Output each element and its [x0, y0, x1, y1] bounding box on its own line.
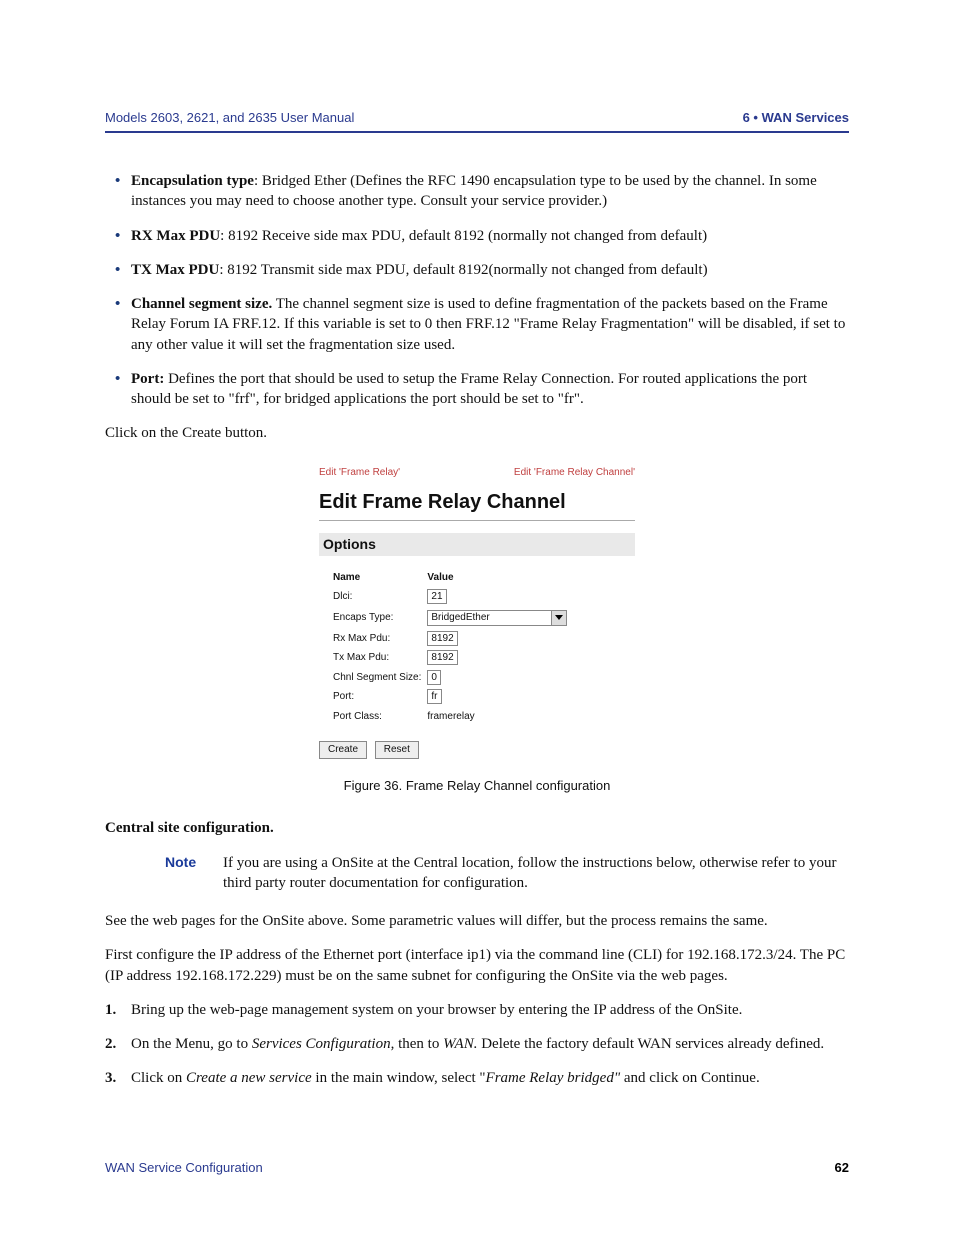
step-2-ital2: WAN. — [443, 1036, 477, 1052]
step-2-post: Delete the factory default WAN services … — [477, 1036, 824, 1052]
step-2-num: 2. — [105, 1034, 116, 1054]
bullet-encaps: Encapsulation type: Bridged Ether (Defin… — [105, 171, 849, 212]
figure-frame-relay: Edit 'Frame Relay' Edit 'Frame Relay Cha… — [319, 466, 635, 759]
step-1-num: 1. — [105, 1000, 116, 1020]
figure-encaps-label: Encaps Type: — [333, 607, 427, 629]
figure-rxmax-input[interactable]: 8192 — [427, 631, 457, 646]
central-heading: Central site configuration. — [105, 818, 849, 838]
bullet-rxmax-label: RX Max PDU — [131, 228, 220, 244]
step-2-pre: On the Menu, go to — [131, 1036, 252, 1052]
bullet-chnl: Channel segment size. The channel segmen… — [105, 294, 849, 355]
step-1-text: Bring up the web-page management system … — [131, 1002, 742, 1018]
step-3-pre: Click on — [131, 1070, 186, 1086]
step-3-num: 3. — [105, 1068, 116, 1088]
step-3-ital1: Create a new service — [186, 1070, 312, 1086]
figure-crumb-left[interactable]: Edit 'Frame Relay' — [319, 466, 400, 480]
figure-txmax-input[interactable]: 8192 — [427, 650, 457, 665]
header-rule — [105, 131, 849, 133]
figure-txmax-label: Tx Max Pdu: — [333, 648, 427, 668]
figure-chnl-label: Chnl Segment Size: — [333, 668, 427, 688]
figure-subtitle: Options — [319, 533, 635, 556]
step-2-ital1: Services Configuration — [252, 1036, 391, 1052]
figure-pclass-value: framerelay — [427, 707, 573, 727]
header-model: Models 2603, 2621, and 2635 User Manual — [105, 110, 354, 125]
figure-encaps-select[interactable]: BridgedEther — [427, 610, 567, 626]
figure-encaps-value: BridgedEther — [431, 612, 489, 623]
header-section: 6 • WAN Services — [743, 110, 849, 125]
step-3: 3. Click on Create a new service in the m… — [105, 1068, 849, 1088]
figure-reset-button[interactable]: Reset — [375, 741, 419, 759]
bullet-encaps-label: Encapsulation type — [131, 173, 254, 189]
bullet-txmax-label: TX Max PDU — [131, 262, 219, 278]
figure-port-label: Port: — [333, 687, 427, 707]
para-see: See the web pages for the OnSite above. … — [105, 911, 849, 931]
note-text: If you are using a OnSite at the Central… — [223, 853, 849, 894]
figure-dlci-label: Dlci: — [333, 587, 427, 607]
footer-page-number: 62 — [835, 1160, 849, 1175]
para-first: First configure the IP address of the Et… — [105, 945, 849, 986]
figure-crumb-right[interactable]: Edit 'Frame Relay Channel' — [514, 466, 635, 480]
step-3-ital2: Frame Relay bridged" — [486, 1070, 621, 1086]
bullet-rxmax: RX Max PDU: 8192 Receive side max PDU, d… — [105, 226, 849, 246]
step-2-mid: , then to — [391, 1036, 444, 1052]
footer-section: WAN Service Configuration — [105, 1160, 263, 1175]
bullet-rxmax-text: : 8192 Receive side max PDU, default 819… — [220, 228, 707, 244]
bullet-txmax: TX Max PDU: 8192 Transmit side max PDU, … — [105, 260, 849, 280]
chevron-down-icon — [555, 615, 563, 620]
figure-col-name: Name — [333, 568, 427, 588]
bullet-port-label: Port: — [131, 371, 164, 387]
step-3-mid: in the main window, select " — [312, 1070, 486, 1086]
step-2: 2. On the Menu, go to Services Configurat… — [105, 1034, 849, 1054]
figure-caption: Figure 36. Frame Relay Channel configura… — [105, 777, 849, 795]
figure-port-input[interactable]: fr — [427, 689, 441, 704]
click-create-para: Click on the Create button. — [105, 423, 849, 443]
figure-create-button[interactable]: Create — [319, 741, 367, 759]
step-1: 1. Bring up the web-page management syste… — [105, 1000, 849, 1020]
note-label: Note — [165, 853, 223, 894]
figure-chnl-input[interactable]: 0 — [427, 670, 441, 685]
bullet-port-text: Defines the port that should be used to … — [131, 371, 807, 407]
figure-rxmax-label: Rx Max Pdu: — [333, 629, 427, 649]
step-3-post: and click on Continue. — [620, 1070, 760, 1086]
bullet-port: Port: Defines the port that should be us… — [105, 369, 849, 410]
figure-dlci-input[interactable]: 21 — [427, 589, 446, 604]
figure-rule — [319, 520, 635, 521]
figure-pclass-label: Port Class: — [333, 707, 427, 727]
bullet-chnl-label: Channel segment size. — [131, 296, 272, 312]
figure-title: Edit Frame Relay Channel — [319, 489, 635, 516]
bullet-txmax-text: : 8192 Transmit side max PDU, default 81… — [219, 262, 707, 278]
figure-col-value: Value — [427, 568, 573, 588]
